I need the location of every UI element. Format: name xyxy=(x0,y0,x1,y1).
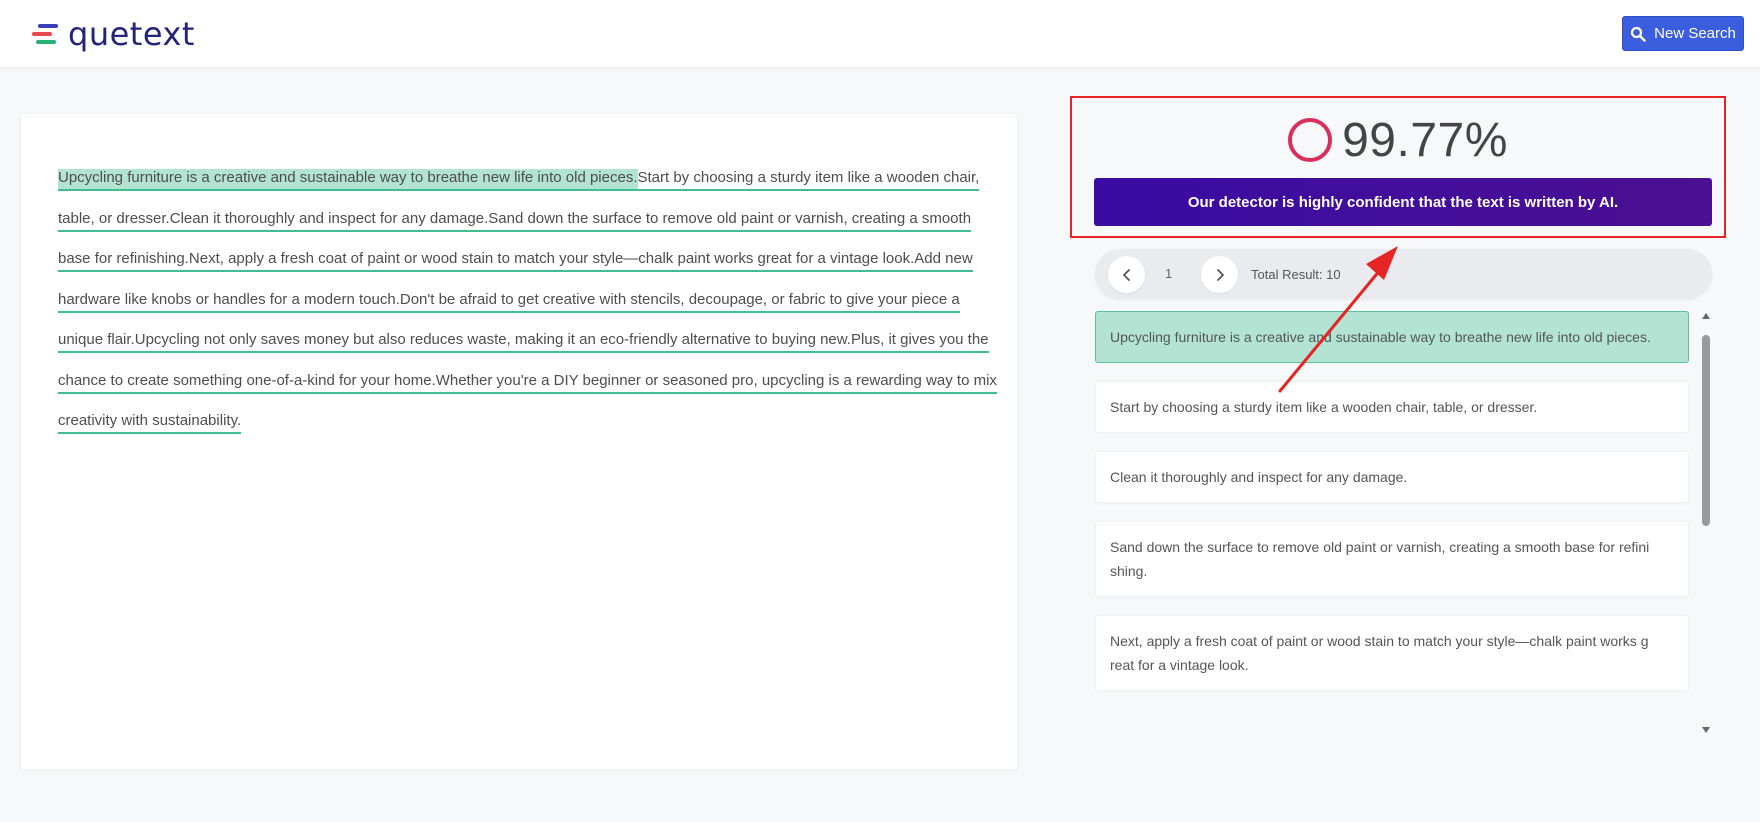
logo-mark-icon xyxy=(32,21,60,47)
logo-text: quetext xyxy=(68,15,195,53)
sentence[interactable]: Upcycling not only saves money but also … xyxy=(134,331,851,353)
next-page-button[interactable] xyxy=(1201,256,1238,293)
chevron-right-icon xyxy=(1216,268,1224,281)
sentence[interactable]: Clean it thoroughly and inspect for any … xyxy=(169,209,489,232)
score-row: 99.77% xyxy=(1072,112,1724,168)
prev-page-button[interactable] xyxy=(1108,256,1145,293)
result-list-scrollbar[interactable] xyxy=(1701,311,1711,735)
result-item[interactable]: Sand down the surface to remove old pain… xyxy=(1095,521,1689,597)
sentence-highlighted[interactable]: Upcycling furniture is a creative and su… xyxy=(58,169,638,191)
caret-up-icon[interactable] xyxy=(1701,311,1711,321)
ai-score-panel: 99.77% Our detector is highly confident … xyxy=(1070,96,1726,238)
top-header: quetext New Search xyxy=(0,0,1760,68)
search-icon xyxy=(1631,26,1646,42)
scroll-thumb[interactable] xyxy=(1702,335,1710,526)
current-page: 1 xyxy=(1165,266,1173,281)
new-search-button[interactable]: New Search xyxy=(1622,16,1744,51)
new-search-label: New Search xyxy=(1654,25,1736,42)
document-text-card: Upcycling furniture is a creative and su… xyxy=(20,113,1018,770)
quetext-logo[interactable]: quetext xyxy=(32,14,195,54)
sentence[interactable]: Next, apply a fresh coat of paint or woo… xyxy=(188,250,915,272)
document-text: Upcycling furniture is a creative and su… xyxy=(58,158,998,442)
score-value: 99.77% xyxy=(1342,113,1508,167)
caret-down-icon[interactable] xyxy=(1701,725,1711,735)
score-ring-icon xyxy=(1288,118,1333,162)
verdict-banner: Our detector is highly confident that th… xyxy=(1094,178,1712,226)
annotation-arrow-icon xyxy=(1278,246,1398,393)
result-item[interactable]: Next, apply a fresh coat of paint or woo… xyxy=(1095,615,1689,691)
chevron-left-icon xyxy=(1122,268,1130,281)
result-item[interactable]: Clean it thoroughly and inspect for any … xyxy=(1095,451,1689,503)
